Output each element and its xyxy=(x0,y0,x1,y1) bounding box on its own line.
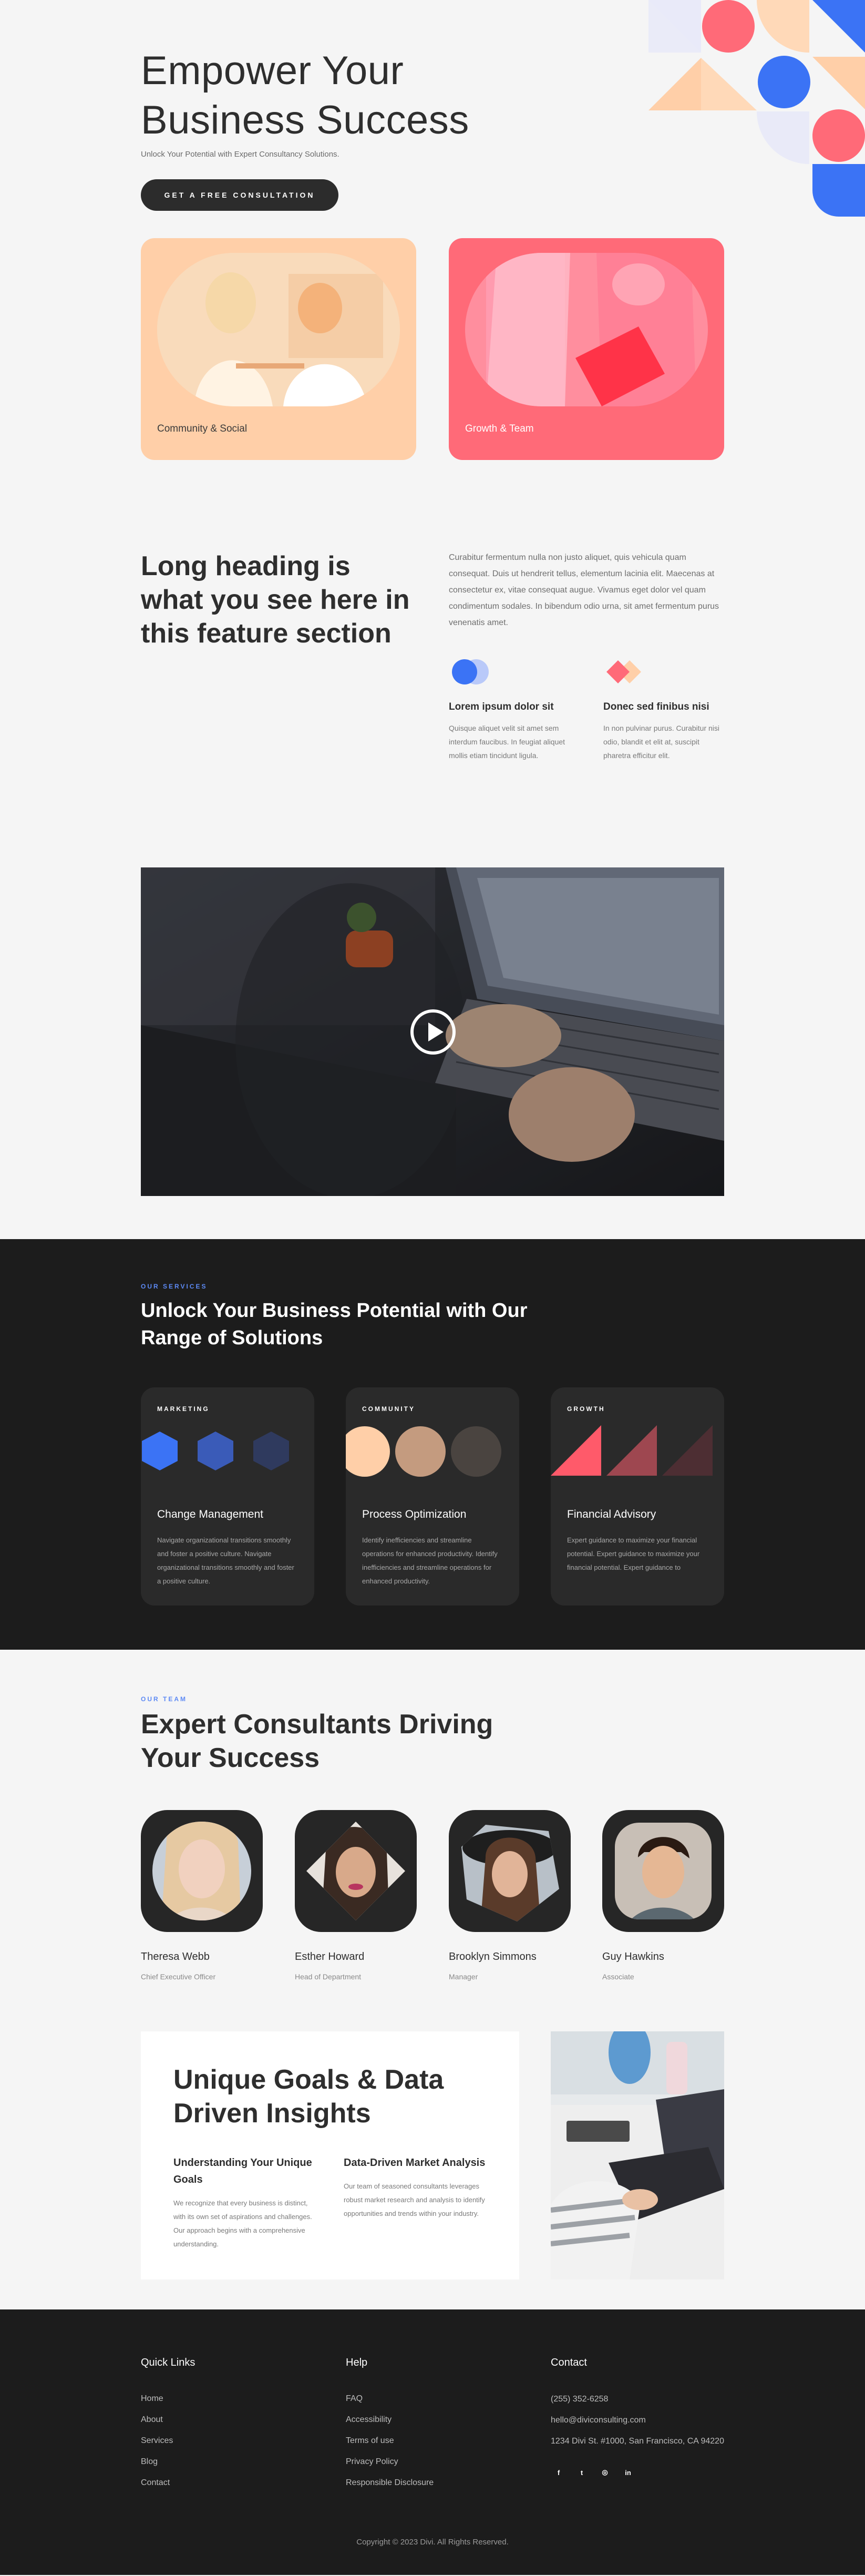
member-photo xyxy=(295,1810,417,1932)
footer-link-services[interactable]: Services xyxy=(141,2436,314,2457)
laptop-photo xyxy=(551,2031,724,2279)
service-card-growth[interactable]: GROWTH Financial Advisory Expert guidanc… xyxy=(551,1387,724,1606)
service-tag: COMMUNITY xyxy=(362,1405,415,1413)
video-player[interactable] xyxy=(141,867,724,1196)
service-text: Identify inefficiencies and streamline o… xyxy=(362,1536,498,1585)
goal-text: We recognize that every business is dist… xyxy=(173,2199,312,2248)
member-name: Brooklyn Simmons xyxy=(449,1951,537,1962)
goal-title: Understanding Your Unique Goals xyxy=(173,2157,312,2185)
hero-section: Empower Your Business Success Unlock You… xyxy=(0,0,865,486)
team-member-card[interactable]: Guy Hawkins Associate xyxy=(602,1810,724,1981)
service-card-marketing[interactable]: MARKETING Change Management Navigate org… xyxy=(141,1387,314,1606)
footer-quick-links-title: Quick Links xyxy=(141,2357,195,2368)
team-eyebrow: OUR TEAM xyxy=(141,1695,187,1703)
copyright: Copyright © 2023 Divi. All Rights Reserv… xyxy=(356,2538,509,2547)
goal-title: Data-Driven Market Analysis xyxy=(344,2157,486,2169)
footer-quick-links: Quick Links Home About Services Blog Con… xyxy=(141,2357,314,2499)
footer-link-contact[interactable]: Contact xyxy=(141,2478,314,2499)
services-section: OUR SERVICES Unlock Your Business Potent… xyxy=(0,1239,865,1650)
member-role: Chief Executive Officer xyxy=(141,1972,216,1981)
footer-link-faq[interactable]: FAQ xyxy=(346,2394,519,2415)
free-consultation-button[interactable]: GET A FREE CONSULTATION xyxy=(141,179,338,211)
member-photo xyxy=(449,1810,571,1932)
goals-title: Unique Goals & Data Driven Insights xyxy=(173,2064,444,2129)
feature-heading: Long heading is what you see here in thi… xyxy=(141,551,410,649)
twitter-icon[interactable]: t xyxy=(574,2465,590,2480)
goal-column: Understanding Your Unique Goals We recog… xyxy=(173,2154,315,2251)
facebook-icon[interactable]: f xyxy=(551,2465,567,2480)
circles-illustration xyxy=(346,1426,501,1477)
service-card-community[interactable]: COMMUNITY Process Optimization Identify … xyxy=(346,1387,519,1606)
footer-contact: Contact (255) 352-6258 hello@diviconsult… xyxy=(551,2357,724,2480)
community-card-label: Community & Social xyxy=(157,423,248,434)
team-member-card[interactable]: Esther Howard Head of Department xyxy=(295,1810,417,1981)
service-title: Process Optimization xyxy=(362,1508,467,1520)
linkedin-icon[interactable]: in xyxy=(620,2465,636,2480)
growth-card-label: Growth & Team xyxy=(465,423,534,434)
service-tag: MARKETING xyxy=(157,1405,210,1413)
member-photo xyxy=(602,1810,724,1932)
service-title: Change Management xyxy=(157,1508,263,1520)
service-text: Expert guidance to maximize your financi… xyxy=(567,1536,700,1571)
diamonds-icon xyxy=(603,657,724,687)
member-name: Esther Howard xyxy=(295,1951,365,1962)
hexagons-illustration xyxy=(142,1432,289,1470)
hero-title-line1: Empower Your xyxy=(141,48,404,93)
member-role: Associate xyxy=(602,1972,634,1981)
feature-column: Lorem ipsum dolor sit Quisque aliquet ve… xyxy=(449,657,570,762)
service-text: Navigate organizational transitions smoo… xyxy=(157,1536,294,1585)
team-section: OUR TEAM Expert Consultants Driving Your… xyxy=(0,1650,865,2309)
footer-link-privacy[interactable]: Privacy Policy xyxy=(346,2457,519,2478)
service-title: Financial Advisory xyxy=(567,1508,656,1520)
play-icon[interactable] xyxy=(410,1009,456,1055)
feature-column: Donec sed finibus nisi In non pulvinar p… xyxy=(603,657,724,762)
triangles-illustration xyxy=(551,1425,713,1476)
growth-card[interactable]: Growth & Team xyxy=(449,238,724,460)
services-title: Unlock Your Business Potential with Our … xyxy=(141,1300,528,1349)
feature-paragraph: Curabitur fermentum nulla non justo aliq… xyxy=(449,553,719,627)
team-member-card[interactable]: Theresa Webb Chief Executive Officer xyxy=(141,1810,263,1981)
footer: Quick Links Home About Services Blog Con… xyxy=(0,2309,865,2575)
hero-title-line2: Business Success xyxy=(141,98,469,142)
service-tag: GROWTH xyxy=(567,1405,605,1413)
contact-email[interactable]: hello@diviconsulting.com xyxy=(551,2413,724,2428)
footer-contact-title: Contact xyxy=(551,2357,587,2368)
team-member-card[interactable]: Brooklyn Simmons Manager xyxy=(449,1810,571,1981)
feature-section: Long heading is what you see here in thi… xyxy=(0,486,865,867)
hero-title: Empower Your Business Success xyxy=(141,46,469,145)
goal-column: Data-Driven Market Analysis Our team of … xyxy=(344,2154,486,2221)
footer-help-title: Help xyxy=(346,2357,368,2368)
footer-link-accessibility[interactable]: Accessibility xyxy=(346,2415,519,2436)
goals-panel: Unique Goals & Data Driven Insights Unde… xyxy=(141,2031,519,2279)
feature-column-text: In non pulvinar purus. Curabitur nisi od… xyxy=(603,724,720,760)
member-role: Manager xyxy=(449,1972,478,1981)
community-photo xyxy=(157,253,400,406)
feature-column-text: Quisque aliquet velit sit amet sem inter… xyxy=(449,724,565,760)
contact-phone[interactable]: (255) 352-6258 xyxy=(551,2392,724,2407)
footer-help: Help FAQ Accessibility Terms of use Priv… xyxy=(346,2357,519,2499)
footer-link-blog[interactable]: Blog xyxy=(141,2457,314,2478)
footer-link-terms[interactable]: Terms of use xyxy=(346,2436,519,2457)
goal-text: Our team of seasoned consultants leverag… xyxy=(344,2182,485,2217)
footer-link-about[interactable]: About xyxy=(141,2415,314,2436)
contact-address: 1234 Divi St. #1000, San Francisco, CA 9… xyxy=(551,2437,724,2446)
growth-photo xyxy=(465,253,708,406)
social-links: f t ◎ in xyxy=(551,2465,724,2480)
feature-column-title: Lorem ipsum dolor sit xyxy=(449,701,554,712)
member-name: Guy Hawkins xyxy=(602,1951,664,1962)
footer-link-home[interactable]: Home xyxy=(141,2394,314,2415)
footer-link-disclosure[interactable]: Responsible Disclosure xyxy=(346,2478,519,2499)
feature-column-title: Donec sed finibus nisi xyxy=(603,701,709,712)
member-photo xyxy=(141,1810,263,1932)
hero-subtitle: Unlock Your Potential with Expert Consul… xyxy=(141,150,339,159)
member-role: Head of Department xyxy=(295,1972,362,1981)
member-name: Theresa Webb xyxy=(141,1951,210,1962)
team-title: Expert Consultants Driving Your Success xyxy=(141,1709,493,1773)
community-card[interactable]: Community & Social xyxy=(141,238,416,460)
instagram-icon[interactable]: ◎ xyxy=(597,2465,613,2480)
services-eyebrow: OUR SERVICES xyxy=(141,1283,208,1290)
video-section xyxy=(0,867,865,1239)
blue-circles-icon xyxy=(449,657,570,687)
